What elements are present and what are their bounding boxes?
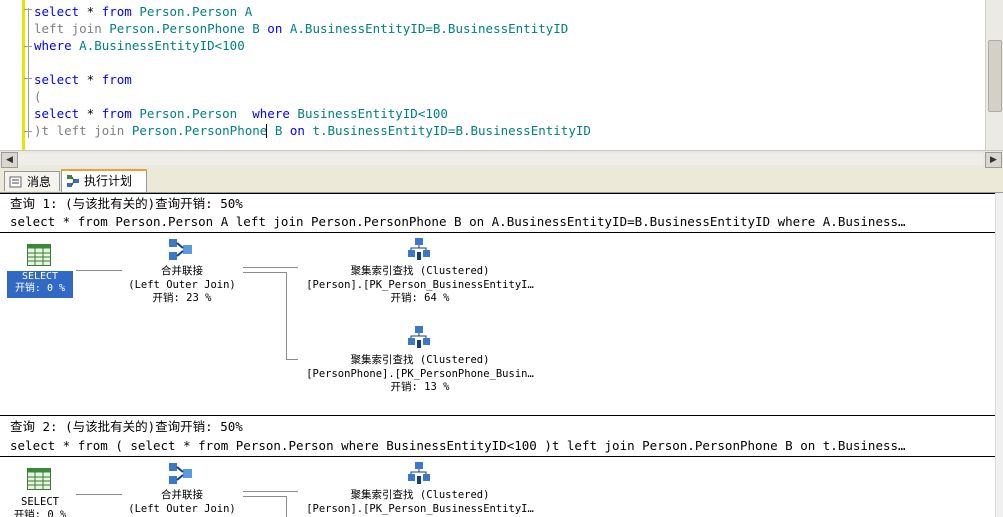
divider [0,193,996,194]
merge-join-type: (Left Outer Join) [128,279,236,291]
fold-marker[interactable] [24,9,32,10]
keyword: select [34,72,80,87]
keyword: )t left join [34,123,125,138]
scan-1-title: 聚集索引查找 (Clustered) [350,489,490,501]
divider [0,232,996,233]
keyword: select [34,106,80,121]
scroll-thumb[interactable] [988,40,1002,112]
select-table-icon[interactable] [27,468,51,490]
select-node-selected[interactable]: SELECT 开销: 0 % [7,271,73,298]
divider [0,456,996,457]
identifier: BusinessEntityID<100 [289,106,448,121]
plan-arrow [286,496,287,517]
messages-icon [9,176,22,188]
scan-2-object: [PersonPhone].[PK_PersonPhone_Busin… [306,368,534,380]
tab-execution-plan-label: 执行计划 [84,174,133,188]
merge-join-icon[interactable] [168,238,194,262]
text-cursor [266,124,267,138]
code-line-7: select * from Person.Person where Busine… [34,105,448,122]
merge-join-type: (Left Outer Join) [128,503,236,515]
editor-vertical-scrollbar[interactable] [985,0,1003,150]
plan-arrow [286,272,287,360]
code-text: * [79,106,102,121]
code-line-1: select * from Person.Person A [34,3,252,20]
divider [0,415,996,416]
identifier: Person.PersonPhone B [124,123,283,138]
identifier: Person.Person [131,106,245,121]
clustered-index-seek-icon[interactable] [406,238,432,262]
identifier: t.BusinessEntityID=B.BusinessEntityID [304,123,591,138]
execution-plan-pane[interactable]: 查询 1: (与该批有关的)查询开销: 50% select * from Pe… [0,193,1003,517]
code-line-2: left join Person.PersonPhone B on A.Busi… [34,20,568,37]
scan-1-object: [Person].[PK_Person_BusinessEntityI… [306,279,534,291]
keyword: select [34,4,80,19]
scan-1-cost: 开销: 64 % [390,292,450,304]
merge-join-cost: 开销: 23 % [152,292,212,304]
merge-join-title: 合并联接 [161,489,203,501]
code-line-5: select * from [34,71,132,88]
query-1-header: 查询 1: (与该批有关的)查询开销: 50% [10,196,243,211]
keyword: where [244,106,290,121]
fold-marker[interactable] [24,78,32,79]
select-node-label[interactable]: SELECT [7,496,73,509]
code-text: * [79,72,102,87]
execution-plan-icon [67,175,79,187]
editor-horizontal-scrollbar[interactable]: ◀ ▶ [0,150,1003,168]
scroll-right-button[interactable]: ▶ [985,152,1002,168]
plan-arrow [243,496,286,497]
query-1-sql: select * from Person.Person A left join … [10,214,906,229]
select-table-icon[interactable] [27,244,51,266]
chevron-left-icon: ◀ [6,155,13,165]
punctuation: ( [34,89,42,104]
clustered-index-seek-icon[interactable] [406,326,432,350]
identifier: Person.PersonPhone B [101,21,260,36]
scan-2-cost: 开销: 13 % [390,381,450,393]
query-2-header: 查询 2: (与该批有关的)查询开销: 50% [10,419,243,434]
merge-join-icon[interactable] [168,462,194,486]
code-text: * [79,4,102,19]
chevron-right-icon: ▶ [990,155,997,165]
tab-messages-label: 消息 [27,175,52,189]
scan-2-title: 聚集索引查找 (Clustered) [350,354,490,366]
select-node-label: SELECT [21,271,59,282]
fold-marker [24,131,32,132]
sql-editor[interactable]: select * from Person.Person A left join … [0,0,1003,150]
editor-gutter [0,0,22,150]
select-node-cost: 开销: 0 % [14,283,66,294]
scan-1-title: 聚集索引查找 (Clustered) [350,265,490,277]
fold-marker [24,46,32,47]
merge-join-title: 合并联接 [161,265,203,277]
identifier: Person.Person A [131,4,253,19]
scan-1-object: [Person].[PK_Person_BusinessEntityI… [306,503,534,515]
keyword: on [259,21,283,36]
keyword: from [101,72,132,87]
tab-execution-plan[interactable]: 执行计划 [61,169,147,192]
keyword: where [34,38,72,53]
keyword: on [282,123,305,138]
outline-line [28,8,29,138]
identifier: A.BusinessEntityID=B.BusinessEntityID [282,21,569,36]
identifier: A.BusinessEntityID<100 [71,38,245,53]
code-line-8: )t left join Person.PersonPhone B on t.B… [34,122,591,139]
change-marker [22,0,25,150]
results-tab-strip: 消息 执行计划 [0,168,1003,193]
scroll-left-button[interactable]: ◀ [1,152,18,168]
plan-arrow [243,272,286,273]
code-line-6: ( [34,88,42,105]
keyword: from [101,106,132,121]
code-line-3: where A.BusinessEntityID<100 [34,37,245,54]
clustered-index-seek-icon[interactable] [406,462,432,486]
select-node-cost: 开销: 0 % [13,509,67,517]
scroll-track[interactable] [18,154,983,165]
tab-messages[interactable]: 消息 [4,171,60,191]
keyword: from [101,4,132,19]
results-vertical-scrollbar[interactable] [995,193,1003,517]
keyword: left join [34,21,102,36]
query-2-sql: select * from ( select * from Person.Per… [10,438,906,453]
